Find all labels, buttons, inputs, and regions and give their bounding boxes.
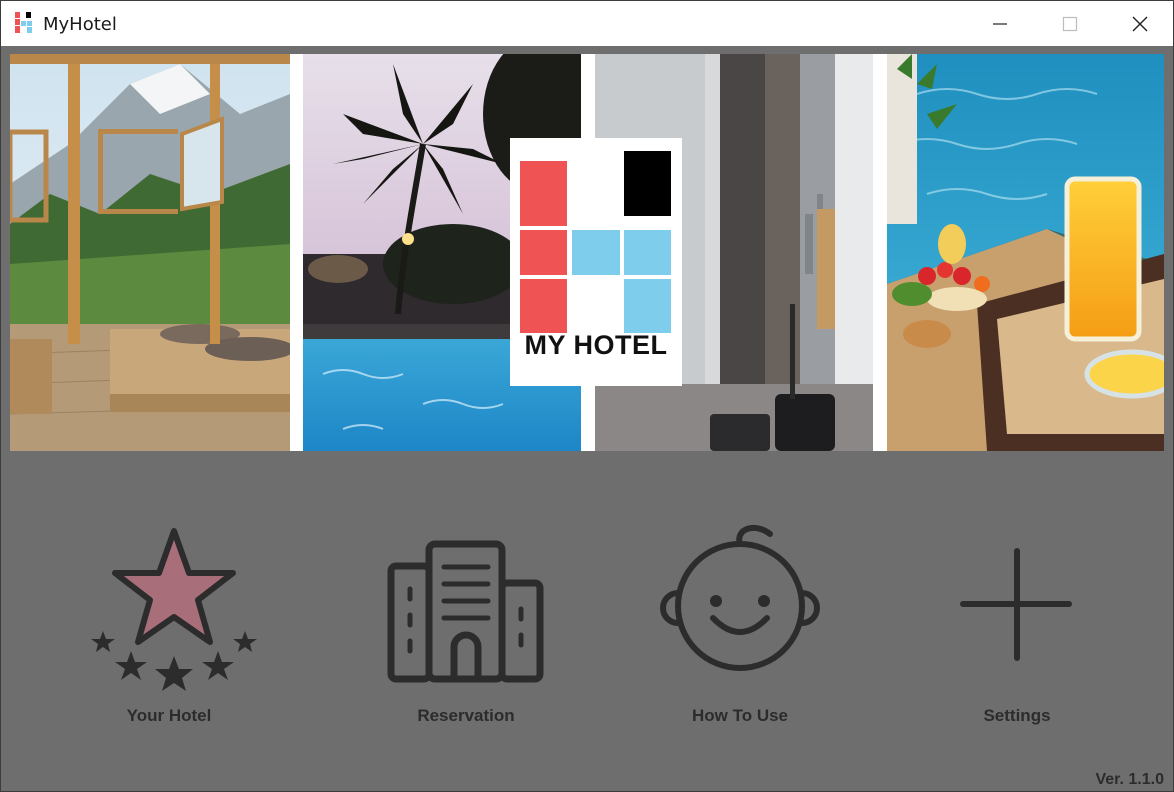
title-bar[interactable]: MyHotel bbox=[1, 1, 1173, 46]
close-icon bbox=[1132, 16, 1148, 31]
hotel-logo-mark-icon bbox=[520, 151, 671, 333]
window-title: MyHotel bbox=[43, 14, 117, 35]
app-logo-icon bbox=[15, 12, 32, 33]
reservation-label: Reservation bbox=[417, 706, 515, 725]
mountain-lodge-photo bbox=[10, 54, 290, 451]
baby-face-icon bbox=[660, 524, 820, 671]
version-label: Ver. 1.1.0 bbox=[1095, 771, 1164, 788]
your-hotel-label: Your Hotel bbox=[126, 706, 212, 725]
close-button[interactable] bbox=[1105, 1, 1173, 46]
maximize-icon bbox=[1062, 16, 1078, 31]
building-icon bbox=[387, 540, 544, 683]
hotel-logo-text: MY HOTEL bbox=[524, 330, 668, 360]
maximize-button[interactable] bbox=[1035, 1, 1105, 46]
how-to-use-label: How To Use bbox=[691, 706, 789, 725]
how-to-use-button[interactable]: How To Use bbox=[630, 521, 850, 731]
minimize-button[interactable] bbox=[965, 1, 1035, 46]
stars-icon bbox=[91, 528, 257, 691]
reservation-button[interactable]: Reservation bbox=[356, 521, 576, 731]
minimize-icon bbox=[993, 22, 1007, 25]
settings-button[interactable]: Settings bbox=[907, 521, 1127, 731]
hero-banner: MY HOTEL bbox=[10, 54, 1164, 451]
plus-icon bbox=[960, 548, 1072, 661]
settings-label: Settings bbox=[983, 706, 1051, 725]
hotel-logo: MY HOTEL bbox=[510, 138, 682, 386]
breakfast-tray-photo bbox=[887, 54, 1164, 451]
app-window: MyHotel MY HOTEL Your Hotel Reservation … bbox=[0, 0, 1174, 792]
your-hotel-button[interactable]: Your Hotel bbox=[59, 521, 279, 731]
